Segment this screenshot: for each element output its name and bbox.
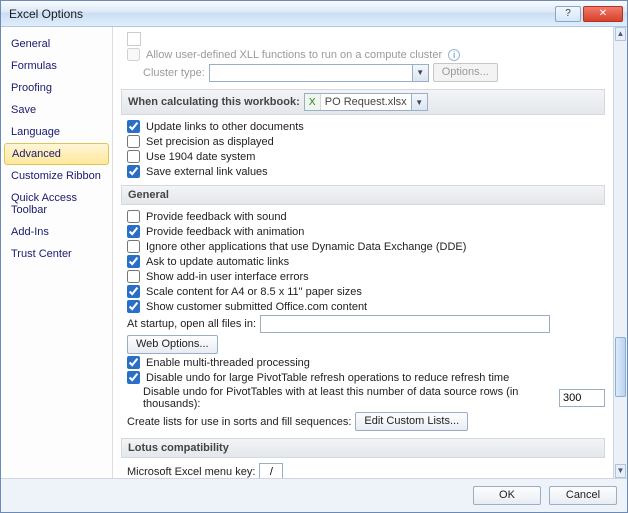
- cluster-type-combo: ▼: [209, 64, 429, 82]
- sidebar-item-add-ins[interactable]: Add-Ins: [1, 221, 112, 243]
- set-precision-checkbox[interactable]: [127, 135, 140, 148]
- window-title: Excel Options: [5, 7, 555, 21]
- scroll-down-arrow[interactable]: ▼: [615, 464, 626, 478]
- startup-files-input[interactable]: [260, 315, 550, 333]
- scale-a4-checkbox[interactable]: [127, 285, 140, 298]
- sidebar-item-advanced[interactable]: Advanced: [4, 143, 109, 165]
- scroll-thumb[interactable]: [615, 337, 626, 397]
- sidebar-item-save[interactable]: Save: [1, 99, 112, 121]
- sidebar-item-language[interactable]: Language: [1, 121, 112, 143]
- save-external-checkbox[interactable]: [127, 165, 140, 178]
- office-com-checkbox[interactable]: [127, 300, 140, 313]
- sidebar-item-formulas[interactable]: Formulas: [1, 55, 112, 77]
- lotus-compat-section: Lotus compatibility: [121, 438, 605, 458]
- category-sidebar: General Formulas Proofing Save Language …: [1, 27, 113, 478]
- disable-undo-rows-input[interactable]: [559, 389, 605, 407]
- addin-errors-checkbox[interactable]: [127, 270, 140, 283]
- xll-icon-row: [121, 31, 605, 47]
- edit-custom-lists-button[interactable]: Edit Custom Lists...: [355, 412, 468, 431]
- disable-undo-rows-label: Disable undo for PivotTables with at lea…: [143, 386, 555, 410]
- sidebar-item-quick-access-toolbar[interactable]: Quick Access Toolbar: [1, 187, 112, 221]
- vertical-scrollbar[interactable]: ▲ ▼: [613, 27, 627, 478]
- cluster-type-label: Cluster type:: [143, 67, 205, 79]
- workbook-combo[interactable]: X PO Request.xlsx ▼: [304, 93, 428, 111]
- menu-key-label: Microsoft Excel menu key:: [127, 466, 255, 478]
- calc-workbook-section: When calculating this workbook: X PO Req…: [121, 89, 605, 115]
- sidebar-item-general[interactable]: General: [1, 33, 112, 55]
- chevron-down-icon[interactable]: ▼: [411, 94, 427, 110]
- startup-files-label: At startup, open all files in:: [127, 318, 256, 330]
- settings-panel: Allow user-defined XLL functions to run …: [113, 27, 627, 478]
- cluster-options-button: Options...: [433, 63, 498, 82]
- allow-xll-label: Allow user-defined XLL functions to run …: [146, 49, 442, 61]
- cancel-button[interactable]: Cancel: [549, 486, 617, 505]
- excel-options-window: Excel Options ? ✕ General Formulas Proof…: [0, 0, 628, 513]
- workbook-name: PO Request.xlsx: [321, 96, 411, 108]
- sidebar-item-proofing[interactable]: Proofing: [1, 77, 112, 99]
- menu-key-input[interactable]: [259, 463, 283, 478]
- disable-undo-pivot-checkbox[interactable]: [127, 371, 140, 384]
- web-options-button[interactable]: Web Options...: [127, 335, 218, 354]
- cluster-icon: [127, 32, 141, 46]
- ignore-dde-checkbox[interactable]: [127, 240, 140, 253]
- use-1904-checkbox[interactable]: [127, 150, 140, 163]
- info-icon[interactable]: i: [448, 49, 460, 61]
- ask-update-checkbox[interactable]: [127, 255, 140, 268]
- dialog-footer: OK Cancel: [1, 478, 627, 512]
- general-section: General: [121, 185, 605, 205]
- feedback-sound-checkbox[interactable]: [127, 210, 140, 223]
- feedback-anim-checkbox[interactable]: [127, 225, 140, 238]
- ok-button[interactable]: OK: [473, 486, 541, 505]
- sidebar-item-trust-center[interactable]: Trust Center: [1, 243, 112, 265]
- create-lists-label: Create lists for use in sorts and fill s…: [127, 416, 351, 428]
- calc-heading: When calculating this workbook:: [128, 96, 300, 108]
- scroll-up-arrow[interactable]: ▲: [615, 27, 626, 41]
- multi-thread-checkbox[interactable]: [127, 356, 140, 369]
- sidebar-item-customize-ribbon[interactable]: Customize Ribbon: [1, 165, 112, 187]
- update-links-checkbox[interactable]: [127, 120, 140, 133]
- allow-xll-checkbox: [127, 48, 140, 61]
- help-button[interactable]: ?: [555, 6, 581, 22]
- titlebar: Excel Options ? ✕: [1, 1, 627, 27]
- excel-file-icon: X: [305, 94, 321, 110]
- close-button[interactable]: ✕: [583, 6, 623, 22]
